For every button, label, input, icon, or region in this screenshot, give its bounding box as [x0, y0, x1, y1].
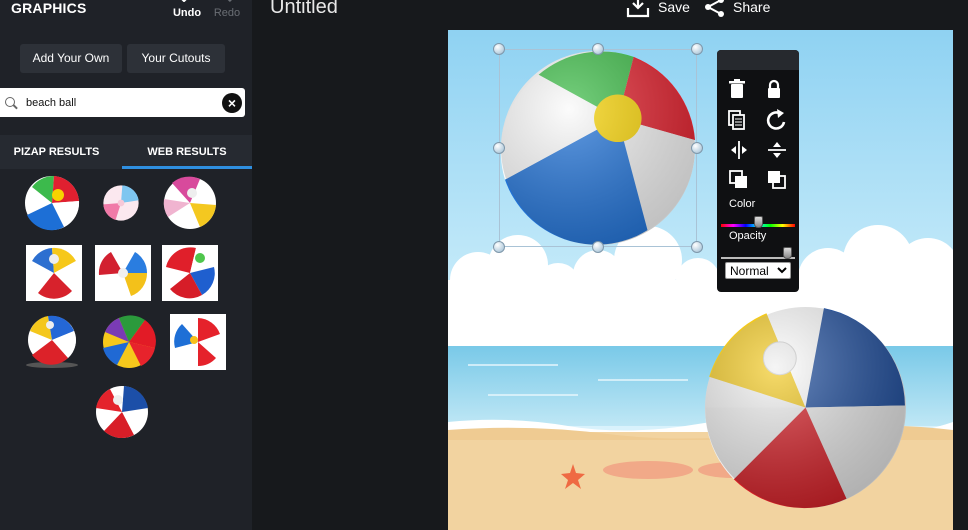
- selection-box: [499, 49, 697, 247]
- search-box: ×: [0, 88, 245, 117]
- search-input[interactable]: [26, 88, 216, 117]
- redo-label: Redo: [213, 7, 241, 19]
- result-thumbnail[interactable]: [170, 314, 226, 370]
- resize-handle[interactable]: [691, 241, 703, 253]
- opacity-slider-thumb[interactable]: [782, 247, 792, 259]
- lock-icon[interactable]: [762, 78, 786, 102]
- duplicate-icon[interactable]: [725, 108, 749, 132]
- tab-web-results[interactable]: WEB RESULTS: [122, 135, 252, 169]
- result-thumbnail[interactable]: [26, 245, 82, 301]
- graphics-panel: GRAPHICS ↶ Undo ↷ Redo Add Your Own Your…: [0, 0, 252, 530]
- send-backward-icon[interactable]: [765, 168, 789, 192]
- flip-vertical-icon[interactable]: [765, 138, 789, 162]
- resize-handle[interactable]: [691, 142, 703, 154]
- blend-mode-select[interactable]: Normal: [725, 262, 791, 279]
- clear-search-icon[interactable]: ×: [222, 93, 242, 113]
- color-slider-thumb[interactable]: [753, 216, 763, 228]
- opacity-label: Opacity: [729, 230, 767, 242]
- result-thumbnail[interactable]: [102, 183, 140, 223]
- resize-handle[interactable]: [691, 43, 703, 55]
- result-thumbnail[interactable]: [24, 175, 80, 231]
- share-icon: [705, 0, 724, 17]
- undo-button[interactable]: ↶ Undo: [170, 0, 204, 22]
- undo-label: Undo: [172, 7, 202, 19]
- beach-ball-photo: [705, 306, 906, 509]
- result-thumbnail[interactable]: [94, 384, 150, 440]
- rotate-icon[interactable]: [765, 108, 789, 132]
- results-tabs: PIZAP RESULTS WEB RESULTS: [0, 135, 252, 169]
- opacity-slider[interactable]: [721, 247, 795, 259]
- your-cutouts-button[interactable]: Your Cutouts: [127, 44, 225, 73]
- object-tool-panel: Color Opacity Normal: [717, 50, 799, 292]
- tab-pizap-results[interactable]: PIZAP RESULTS: [0, 135, 113, 169]
- redo-button[interactable]: ↷ Redo: [210, 0, 244, 22]
- resize-handle[interactable]: [493, 43, 505, 55]
- color-label: Color: [729, 198, 756, 210]
- result-thumbnail[interactable]: [95, 245, 151, 301]
- save-label: Save: [658, 0, 690, 15]
- result-thumbnail[interactable]: [101, 314, 157, 370]
- add-your-own-button[interactable]: Add Your Own: [20, 44, 122, 73]
- bring-forward-icon[interactable]: [727, 168, 751, 192]
- result-thumbnail[interactable]: [24, 313, 80, 369]
- resize-handle[interactable]: [493, 142, 505, 154]
- resize-handle[interactable]: [592, 241, 604, 253]
- panel-title: GRAPHICS: [11, 0, 87, 16]
- resize-handle[interactable]: [592, 43, 604, 55]
- share-label: Share: [733, 0, 771, 15]
- download-icon: [626, 0, 650, 18]
- tool-panel-drag-handle[interactable]: [717, 50, 799, 70]
- color-slider[interactable]: [721, 216, 795, 228]
- result-thumbnail[interactable]: [162, 175, 218, 231]
- document-title[interactable]: Untitled: [270, 0, 338, 20]
- result-thumbnail[interactable]: [162, 245, 218, 301]
- trash-icon[interactable]: [725, 78, 749, 102]
- resize-handle[interactable]: [493, 241, 505, 253]
- flip-horizontal-icon[interactable]: [727, 138, 751, 162]
- search-icon: [5, 97, 15, 107]
